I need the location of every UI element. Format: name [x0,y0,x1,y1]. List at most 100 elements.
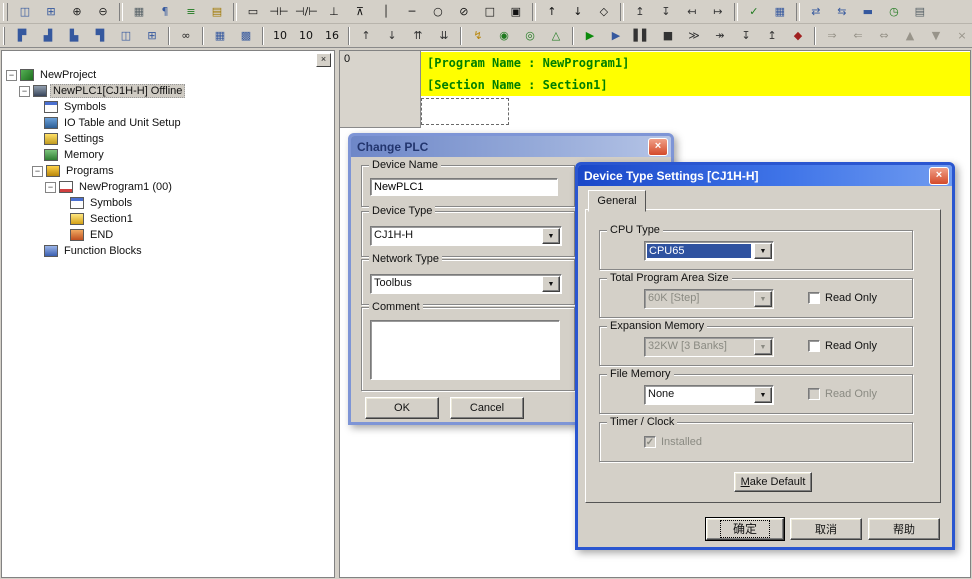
help-button[interactable]: 帮助 [868,518,940,540]
program-area-read-only-checkbox[interactable]: Read Only [808,292,877,304]
pause-mode-icon[interactable]: ▌▌ [630,25,654,46]
file-memory-dropdown-icon[interactable]: ▼ [754,387,772,403]
tree-item-settings[interactable]: Settings [2,131,334,147]
tree-expander-icon[interactable]: − [45,182,56,193]
force-off-icon[interactable]: ▼ [924,25,948,46]
change-plc-titlebar[interactable]: Change PLC × [351,136,671,157]
zoom-out-icon[interactable]: ⊖ [91,1,115,22]
force-on-icon[interactable]: ▲ [898,25,922,46]
tree-item-memory[interactable]: Memory [2,147,334,163]
compile-icon[interactable]: ▦ [208,25,232,46]
horizontal-line-icon[interactable]: ─ [400,1,424,22]
differentiate-up-icon[interactable]: ↑ [540,1,564,22]
compare-with-plc-icon[interactable]: ⇔ [872,25,896,46]
toolbar-grip[interactable] [3,3,8,21]
new-closed-or-contact-icon[interactable]: ⊼ [348,1,372,22]
view-pane-right-icon[interactable]: ▜ [88,25,112,46]
watch-window-icon[interactable]: ◷ [882,1,906,22]
zoom-in-icon[interactable]: ⊕ [65,1,89,22]
show-comments-icon[interactable]: ≡ [179,1,203,22]
comment-input[interactable] [370,320,560,380]
program-area-read-only-box[interactable] [808,292,820,304]
invert-icon[interactable]: ◇ [592,1,616,22]
device-settings-cancel-button[interactable]: 取消 [790,518,862,540]
change-plc-close-icon[interactable]: × [648,138,668,156]
line-left-icon[interactable]: ↤ [680,1,704,22]
cpu-type-combobox[interactable]: CPU65 ▼ [644,241,774,261]
toolbar-grip[interactable] [3,27,5,45]
differential-monitor-icon[interactable]: △ [544,25,568,46]
tree-item-program-symbols[interactable]: Symbols [2,195,334,211]
device-type-combobox[interactable]: CJ1H-H ▼ [370,226,562,246]
new-closed-contact-icon[interactable]: ⊣/⊢ [293,1,320,22]
compile-all-icon[interactable]: ▩ [234,25,258,46]
device-settings-close-icon[interactable]: × [929,167,949,185]
next-jump-icon[interactable]: ⇊ [432,25,456,46]
line-down-icon[interactable]: ↧ [654,1,678,22]
editor-cursor-cell[interactable] [421,98,509,125]
tree-item-function-blocks[interactable]: Function Blocks [2,243,334,259]
view-split-icon[interactable]: ◫ [114,25,138,46]
new-coil-icon[interactable]: ○ [426,1,450,22]
previous-rung-icon[interactable]: ↑ [354,25,378,46]
network-type-dropdown-icon[interactable]: ▼ [542,276,560,292]
pause-monitoring-icon[interactable]: ◎ [518,25,542,46]
new-or-contact-icon[interactable]: ⊥ [322,1,346,22]
previous-jump-icon[interactable]: ⇈ [406,25,430,46]
run-mode-icon[interactable]: ▶ [578,25,602,46]
new-closed-coil-icon[interactable]: ⊘ [452,1,476,22]
tree-expander-icon[interactable]: − [32,166,43,177]
browse-icon[interactable]: ▦ [768,1,792,22]
expansion-memory-read-only-checkbox[interactable]: Read Only [808,340,877,352]
cancel-button[interactable]: Cancel [450,397,524,419]
monitor-decimal-icon[interactable]: 10 [294,25,318,46]
vertical-line-icon[interactable]: │ [374,1,398,22]
monitor-hex-icon[interactable]: 16 [320,25,344,46]
tree-item-programs[interactable]: −Programs [2,163,334,179]
grid-icon[interactable]: ▦ [127,1,151,22]
ok-button[interactable]: OK [365,397,439,419]
tree-item-new-program1[interactable]: −NewProgram1 (00) [2,179,334,195]
new-contact-icon[interactable]: ⊣⊢ [267,1,291,22]
address-reference-icon[interactable]: ⇆ [830,1,854,22]
device-name-input[interactable] [370,178,558,196]
transfer-to-plc-icon[interactable]: ⇒ [820,25,844,46]
pane-toggle-icon[interactable]: ◫ [13,1,37,22]
monitor-mode-icon[interactable]: ▶ [604,25,628,46]
make-default-button[interactable]: Make Default [734,472,812,492]
expansion-memory-read-only-box[interactable] [808,340,820,352]
cross-reference-icon[interactable]: ⇄ [804,1,828,22]
step-run-icon[interactable]: ≫ [682,25,706,46]
show-annotations-icon[interactable]: ▤ [205,1,229,22]
step-out-icon[interactable]: ↥ [760,25,784,46]
view-pane-top-icon[interactable]: ▛ [10,25,34,46]
file-memory-combobox[interactable]: None ▼ [644,385,774,405]
differentiate-down-icon[interactable]: ↓ [566,1,590,22]
force-cancel-icon[interactable]: × [950,25,972,46]
project-window-icon[interactable]: ⊞ [39,1,63,22]
monitor-binary-icon[interactable]: 10 [268,25,292,46]
monitoring-icon[interactable]: ◉ [492,25,516,46]
program-mode-icon[interactable]: ■ [656,25,680,46]
output-window-icon[interactable]: ▬ [856,1,880,22]
function-block-icon[interactable]: ▣ [504,1,528,22]
transfer-from-plc-icon[interactable]: ⇐ [846,25,870,46]
tree-expander-icon[interactable]: − [6,70,17,81]
step-in-icon[interactable]: ↧ [734,25,758,46]
view-windows-icon[interactable]: ⊞ [140,25,164,46]
device-type-dropdown-icon[interactable]: ▼ [542,228,560,244]
find-icon[interactable]: ∞ [174,25,198,46]
network-type-combobox[interactable]: Toolbus ▼ [370,274,562,294]
tree-item-new-project[interactable]: −NewProject [2,67,334,83]
tab-general[interactable]: General [588,190,646,212]
options-icon[interactable]: ▤ [908,1,932,22]
device-settings-titlebar[interactable]: Device Type Settings [CJ1H-H] × [578,165,952,186]
continuous-step-icon[interactable]: ↠ [708,25,732,46]
tree-item-symbols[interactable]: Symbols [2,99,334,115]
work-online-icon[interactable]: ↯ [466,25,490,46]
wrap-rungs-icon[interactable]: ¶ [153,1,177,22]
line-up-icon[interactable]: ↥ [628,1,652,22]
selection-tool-icon[interactable]: ▭ [241,1,265,22]
view-pane-left-icon[interactable]: ▙ [62,25,86,46]
tree-item-new-plc1[interactable]: −NewPLC1[CJ1H-H] Offline [2,83,334,99]
